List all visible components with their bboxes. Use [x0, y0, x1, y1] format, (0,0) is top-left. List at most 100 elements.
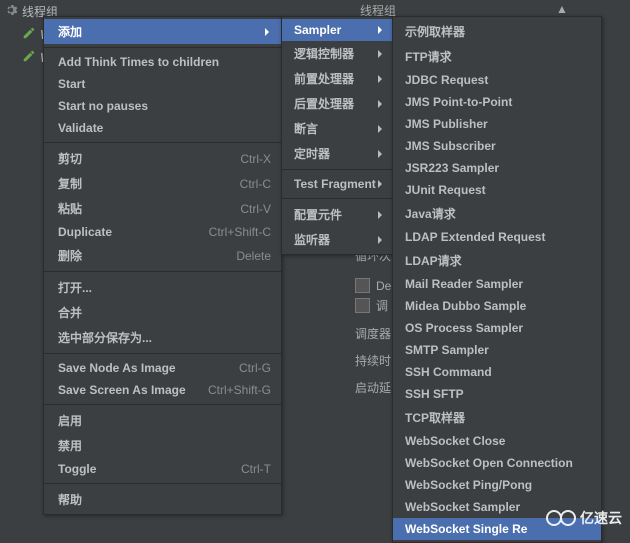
menu-save-screen-image[interactable]: Save Screen As ImageCtrl+Shift-G [44, 379, 281, 401]
menu-item-label: 断言 [294, 120, 318, 137]
label-tiao: 调 [376, 297, 388, 314]
menu-item-label: 定时器 [294, 145, 330, 162]
submenu-config-element[interactable]: 配置元件 [282, 202, 392, 227]
menu-copy[interactable]: 复制 Ctrl-C [44, 171, 281, 196]
menu-item-label: 逻辑控制器 [294, 45, 354, 62]
menu-save-selection-as[interactable]: 选中部分保存为... [44, 325, 281, 350]
chevron-right-icon [378, 75, 386, 83]
menu-item-label: WebSocket Sampler [405, 500, 520, 514]
sampler-ws-close[interactable]: WebSocket Close [393, 430, 601, 452]
sampler-smtp[interactable]: SMTP Sampler [393, 339, 601, 361]
label-startup-delay: 启动延 [355, 374, 391, 401]
menu-item-label: 禁用 [58, 437, 82, 454]
menu-paste[interactable]: 粘贴 Ctrl-V [44, 196, 281, 221]
menu-separator [282, 169, 392, 170]
submenu-logic-controller[interactable]: 逻辑控制器 [282, 41, 392, 66]
menu-item-label: Start no pauses [58, 99, 148, 113]
watermark: 亿速云 [546, 508, 622, 528]
menu-item-label: Midea Dubbo Sample [405, 299, 526, 313]
menu-add-think-times[interactable]: Add Think Times to children [44, 51, 281, 73]
menu-item-label: 复制 [58, 175, 82, 192]
sampler-jms-sub[interactable]: JMS Subscriber [393, 135, 601, 157]
sampler-jms-p2p[interactable]: JMS Point-to-Point [393, 91, 601, 113]
sampler-tcp[interactable]: TCP取样器 [393, 405, 601, 430]
menu-delete[interactable]: 删除Delete [44, 243, 281, 268]
sampler-ws-open[interactable]: WebSocket Open Connection [393, 452, 601, 474]
submenu-pre-processor[interactable]: 前置处理器 [282, 66, 392, 91]
menu-enable[interactable]: 启用 [44, 408, 281, 433]
menu-disable[interactable]: 禁用 [44, 433, 281, 458]
chevron-right-icon [378, 125, 386, 133]
cloud-icon [560, 510, 576, 526]
submenu-test-fragment[interactable]: Test Fragment [282, 173, 392, 195]
chevron-right-icon [378, 50, 386, 58]
menu-item-label: 前置处理器 [294, 70, 354, 87]
menu-shortcut: Ctrl+Shift-C [209, 225, 271, 239]
menu-item-label: JMS Point-to-Point [405, 95, 512, 109]
sampler-example[interactable]: 示例取样器 [393, 19, 601, 44]
menu-item-label: 监听器 [294, 231, 330, 248]
context-menu: 添加 Add Think Times to children Start Sta… [43, 16, 282, 515]
sampler-java[interactable]: Java请求 [393, 201, 601, 226]
submenu-sampler[interactable]: Sampler [282, 19, 392, 41]
menu-start[interactable]: Start [44, 73, 281, 95]
menu-duplicate[interactable]: Duplicate Ctrl+Shift-C [44, 221, 281, 243]
checkbox-de[interactable] [355, 278, 370, 293]
menu-item-label: Mail Reader Sampler [405, 277, 523, 291]
sampler-ssh-sftp[interactable]: SSH SFTP [393, 383, 601, 405]
sampler-ws-ping[interactable]: WebSocket Ping/Pong [393, 474, 601, 496]
menu-cut[interactable]: 剪切Ctrl-X [44, 146, 281, 171]
sampler-jsr223[interactable]: JSR223 Sampler [393, 157, 601, 179]
checkbox-tiao[interactable] [355, 298, 370, 313]
sampler-mail[interactable]: Mail Reader Sampler [393, 273, 601, 295]
menu-add-label: 添加 [58, 23, 82, 40]
menu-separator [44, 483, 281, 484]
menu-shortcut: Ctrl-C [240, 177, 271, 191]
chevron-right-icon [265, 28, 273, 36]
menu-start-no-pauses[interactable]: Start no pauses [44, 95, 281, 117]
sampler-ssh-cmd[interactable]: SSH Command [393, 361, 601, 383]
menu-item-label: 示例取样器 [405, 23, 465, 40]
menu-separator [44, 142, 281, 143]
menu-item-label: TCP取样器 [405, 409, 465, 426]
menu-item-label: 选中部分保存为... [58, 329, 152, 346]
menu-item-label: JSR223 Sampler [405, 161, 499, 175]
submenu-sampler-list: 示例取样器 FTP请求 JDBC Request JMS Point-to-Po… [392, 16, 602, 543]
menu-item-label: Save Node As Image [58, 361, 176, 375]
sampler-jms-pub[interactable]: JMS Publisher [393, 113, 601, 135]
menu-add[interactable]: 添加 [44, 19, 281, 44]
menu-item-label: 帮助 [58, 491, 82, 508]
menu-shortcut: Ctrl-V [240, 202, 271, 216]
sampler-junit[interactable]: JUnit Request [393, 179, 601, 201]
submenu-assertions[interactable]: 断言 [282, 116, 392, 141]
menu-item-label: 粘贴 [58, 200, 82, 217]
menu-item-label: 打开... [58, 279, 92, 296]
sampler-os-process[interactable]: OS Process Sampler [393, 317, 601, 339]
submenu-post-processor[interactable]: 后置处理器 [282, 91, 392, 116]
sampler-ldap[interactable]: LDAP请求 [393, 248, 601, 273]
sampler-jdbc[interactable]: JDBC Request [393, 69, 601, 91]
menu-item-label: 合并 [58, 304, 82, 321]
chevron-right-icon [378, 211, 386, 219]
menu-separator [282, 198, 392, 199]
menu-validate[interactable]: Validate [44, 117, 281, 139]
menu-save-node-image[interactable]: Save Node As ImageCtrl-G [44, 357, 281, 379]
menu-item-label: Save Screen As Image [58, 383, 186, 397]
bg-labels: 调度器 持续时 启动延 [355, 320, 391, 401]
menu-item-label: LDAP请求 [405, 252, 462, 269]
menu-toggle[interactable]: ToggleCtrl-T [44, 458, 281, 480]
menu-merge[interactable]: 合并 [44, 300, 281, 325]
menu-help[interactable]: 帮助 [44, 487, 281, 512]
sampler-ftp[interactable]: FTP请求 [393, 44, 601, 69]
sampler-midea-dubbo[interactable]: Midea Dubbo Sample [393, 295, 601, 317]
watermark-text: 亿速云 [580, 508, 622, 528]
menu-open[interactable]: 打开... [44, 275, 281, 300]
submenu-timer[interactable]: 定时器 [282, 141, 392, 166]
menu-item-label: JMS Subscriber [405, 139, 496, 153]
chevron-right-icon [378, 26, 386, 34]
menu-separator [44, 271, 281, 272]
menu-item-label: Duplicate [58, 225, 112, 239]
submenu-listener[interactable]: 监听器 [282, 227, 392, 252]
menu-item-label: LDAP Extended Request [405, 230, 545, 244]
sampler-ldap-ext[interactable]: LDAP Extended Request [393, 226, 601, 248]
